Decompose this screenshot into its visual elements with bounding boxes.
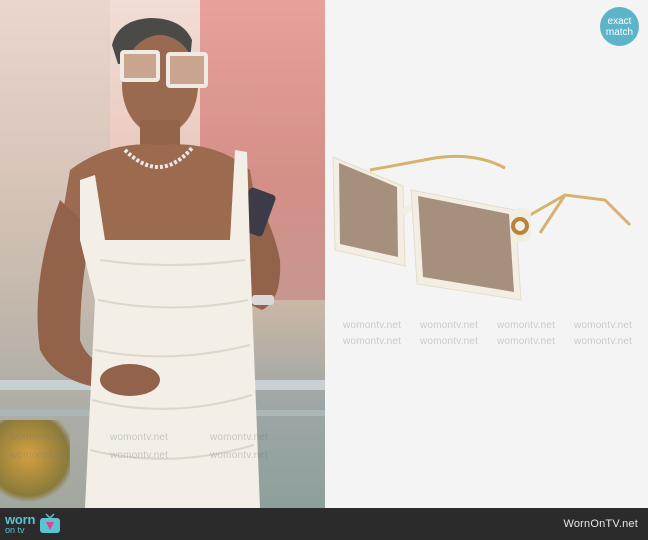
watermark: womontv.net bbox=[210, 432, 269, 443]
outfit-photo: womontv.net womontv.net womontv.net womo… bbox=[0, 0, 325, 508]
site-logo[interactable]: worn on tv bbox=[5, 512, 61, 536]
watermark: womontv.net bbox=[10, 432, 69, 443]
watermark: womontv.net bbox=[497, 320, 556, 331]
content-stage: womontv.net womontv.net womontv.net womo… bbox=[0, 0, 648, 508]
site-name: WornOnTV.net bbox=[563, 518, 638, 530]
watermark: womontv.net bbox=[110, 450, 169, 461]
watermark: womontv.net bbox=[210, 450, 269, 461]
watermark: womontv.net bbox=[110, 432, 169, 443]
product-image-panel: womontv.net womontv.net womontv.net womo… bbox=[325, 0, 648, 508]
tv-icon bbox=[40, 513, 61, 533]
watermark: womontv.net bbox=[574, 320, 633, 331]
logo-ontv-text: on tv bbox=[5, 524, 25, 535]
footer-bar: worn on tv WornOnTV.net bbox=[0, 508, 648, 540]
sunglasses-product-illustration bbox=[332, 154, 632, 301]
watermark: womontv.net bbox=[574, 336, 633, 347]
watermark: womontv.net bbox=[343, 320, 402, 331]
badge-line-2: match bbox=[605, 26, 634, 38]
badge-line-1: exact bbox=[607, 15, 632, 27]
watermark: womontv.net bbox=[497, 336, 556, 347]
watermark: womontv.net bbox=[10, 450, 69, 461]
watermark: womontv.net bbox=[343, 336, 402, 347]
exact-match-badge: exact match bbox=[600, 7, 639, 46]
logo-worn-text: worn bbox=[5, 511, 36, 527]
watermark: womontv.net bbox=[420, 336, 479, 347]
watermark: womontv.net bbox=[420, 320, 479, 331]
